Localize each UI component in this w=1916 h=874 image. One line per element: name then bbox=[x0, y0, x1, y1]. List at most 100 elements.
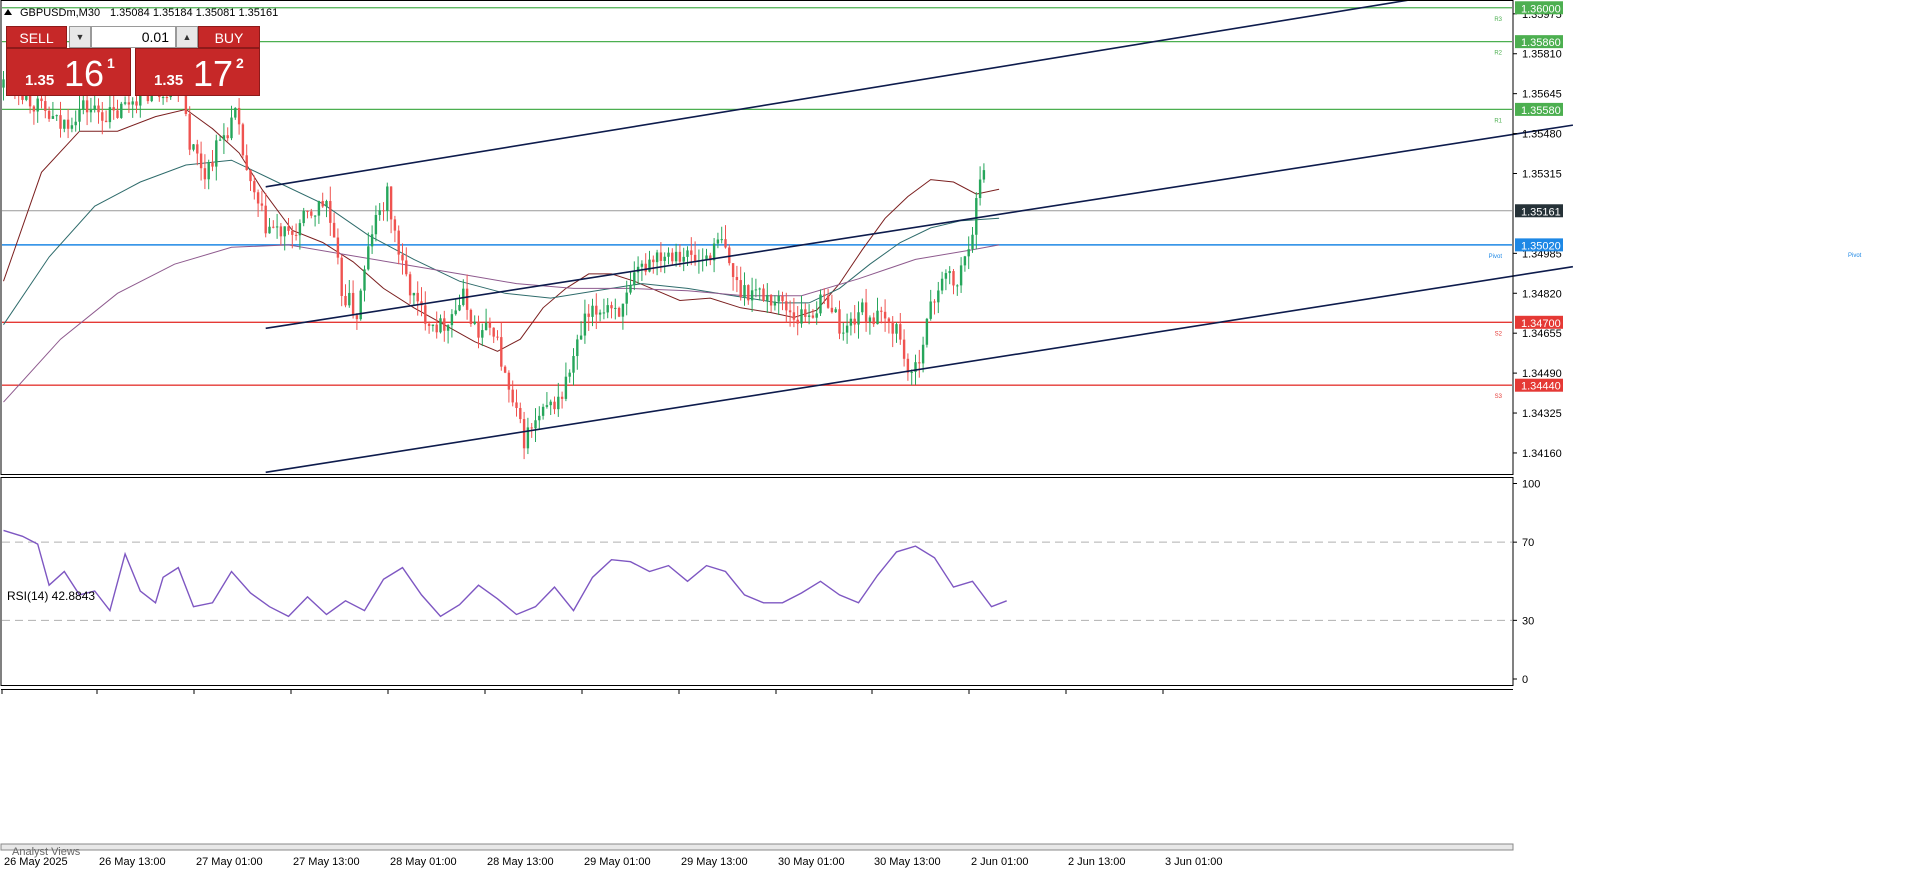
candle-bull bbox=[131, 101, 134, 105]
buy-price-box[interactable]: 1.35 17 2 bbox=[135, 48, 260, 96]
sell-price-box[interactable]: 1.35 16 1 bbox=[6, 48, 131, 96]
candle-bear bbox=[762, 288, 765, 301]
candle-bear bbox=[416, 292, 419, 302]
current-price-badge-text: 1.35161 bbox=[1521, 206, 1561, 218]
candle-bear bbox=[883, 311, 887, 319]
level-price-badge-text: 1.34440 bbox=[1521, 381, 1561, 393]
level-name-r3: R3 bbox=[1494, 17, 1502, 23]
candle-bear bbox=[659, 252, 663, 261]
candle-bull bbox=[234, 107, 237, 118]
candle-bear bbox=[671, 252, 674, 262]
candle-bull bbox=[82, 100, 85, 110]
candle-bear bbox=[389, 186, 393, 220]
lot-size-input[interactable]: 0.01 bbox=[91, 26, 176, 48]
rsi-panel: 100 70 30 0 bbox=[2, 479, 1540, 686]
channel-line-upper[interactable] bbox=[265, 0, 1421, 188]
candle-bull bbox=[325, 201, 328, 207]
level-name-s2: S2 bbox=[1495, 331, 1503, 337]
candle-bull bbox=[857, 312, 860, 325]
candle-bull bbox=[868, 317, 872, 322]
candle-bull bbox=[978, 179, 982, 199]
candle-bull bbox=[473, 321, 476, 324]
panel-separator bbox=[0, 843, 1514, 851]
sell-button[interactable]: SELL bbox=[6, 26, 67, 48]
candle-bull bbox=[378, 210, 381, 215]
candle-bear bbox=[735, 277, 739, 281]
buy-price-big: 17 bbox=[193, 53, 234, 94]
time-tick-label: 27 May 13:00 bbox=[293, 856, 360, 868]
candle-bull bbox=[614, 307, 617, 309]
candle-bear bbox=[397, 230, 400, 255]
candle-bear bbox=[644, 263, 647, 272]
lot-decrease-icon[interactable]: ▼ bbox=[69, 26, 91, 48]
candle-bear bbox=[256, 192, 260, 204]
candle-bear bbox=[811, 315, 815, 318]
candle-bull bbox=[230, 117, 233, 139]
candle-bull bbox=[982, 170, 986, 180]
candle-bear bbox=[329, 201, 332, 223]
candle-bear bbox=[237, 107, 241, 125]
candle-bear bbox=[823, 294, 826, 296]
time-tick-label: 2 Jun 13:00 bbox=[1068, 856, 1126, 868]
time-tick-label: 2 Jun 01:00 bbox=[971, 856, 1029, 868]
candle-bear bbox=[560, 396, 564, 399]
candle-bear bbox=[427, 323, 431, 326]
buy-price-point: 2 bbox=[236, 55, 244, 71]
candle-bull bbox=[842, 332, 845, 334]
candle-bull bbox=[576, 339, 579, 357]
price-tick-label: 1.35315 bbox=[1522, 169, 1562, 181]
moving-average-fast bbox=[3, 108, 1000, 352]
candle-bull bbox=[975, 198, 978, 235]
time-tick-label: 27 May 01:00 bbox=[196, 856, 263, 868]
candle-bull bbox=[78, 109, 81, 122]
candle-bull bbox=[937, 290, 940, 303]
candle-bear bbox=[264, 205, 267, 234]
candle-bear bbox=[66, 119, 70, 129]
candle-bull bbox=[192, 144, 195, 150]
candle-bear bbox=[887, 318, 891, 322]
candle-bear bbox=[135, 101, 138, 106]
channel-lines bbox=[265, 0, 1574, 474]
candle-bull bbox=[720, 239, 723, 241]
candle-bear bbox=[515, 402, 518, 408]
candle-bull bbox=[648, 259, 651, 272]
candle-bear bbox=[792, 312, 796, 320]
candle-bear bbox=[952, 271, 955, 286]
candle-bull bbox=[538, 415, 541, 421]
collapse-triangle-icon[interactable] bbox=[4, 9, 12, 15]
buy-button[interactable]: BUY bbox=[198, 26, 260, 48]
candle-bear bbox=[116, 110, 119, 118]
candle-bear bbox=[690, 250, 693, 255]
price-tick-label: 1.34490 bbox=[1522, 368, 1562, 380]
candle-bull bbox=[439, 318, 442, 333]
candle-bear bbox=[500, 337, 503, 367]
rsi-panel-frame bbox=[0, 477, 1514, 686]
pivot-levels: R3 R2 R1 Pivot S2 S3 Pivot bbox=[2, 7, 1862, 400]
candle-bull bbox=[925, 318, 929, 345]
price-tick-label: 1.35810 bbox=[1522, 49, 1562, 61]
candle-bull bbox=[275, 226, 279, 228]
candle-bull bbox=[606, 305, 609, 313]
candle-bear bbox=[321, 201, 324, 207]
candle-bear bbox=[44, 101, 47, 111]
candle-bull bbox=[283, 226, 286, 237]
candle-bull bbox=[682, 256, 685, 262]
candle-bull bbox=[374, 214, 378, 235]
rsi-tick-label: 30 bbox=[1522, 615, 1534, 627]
candle-bull bbox=[207, 162, 210, 180]
candle-bear bbox=[731, 263, 735, 278]
lot-increase-icon[interactable]: ▲ bbox=[176, 26, 198, 48]
level-price-badge-text: 1.35020 bbox=[1521, 240, 1561, 252]
candle-bull bbox=[572, 356, 575, 373]
rsi-line bbox=[3, 529, 1007, 618]
candle-bear bbox=[241, 124, 245, 156]
price-tick-label: 1.34820 bbox=[1522, 288, 1562, 300]
level-name-r2: R2 bbox=[1494, 51, 1502, 57]
candle-bull bbox=[777, 295, 780, 302]
candle-bull bbox=[667, 252, 670, 257]
candle-bear bbox=[260, 203, 264, 206]
candle-bull bbox=[481, 330, 484, 338]
analyst-views-label[interactable]: Analyst Views bbox=[12, 846, 81, 858]
candle-bull bbox=[633, 272, 636, 286]
candle-bull bbox=[55, 115, 58, 117]
